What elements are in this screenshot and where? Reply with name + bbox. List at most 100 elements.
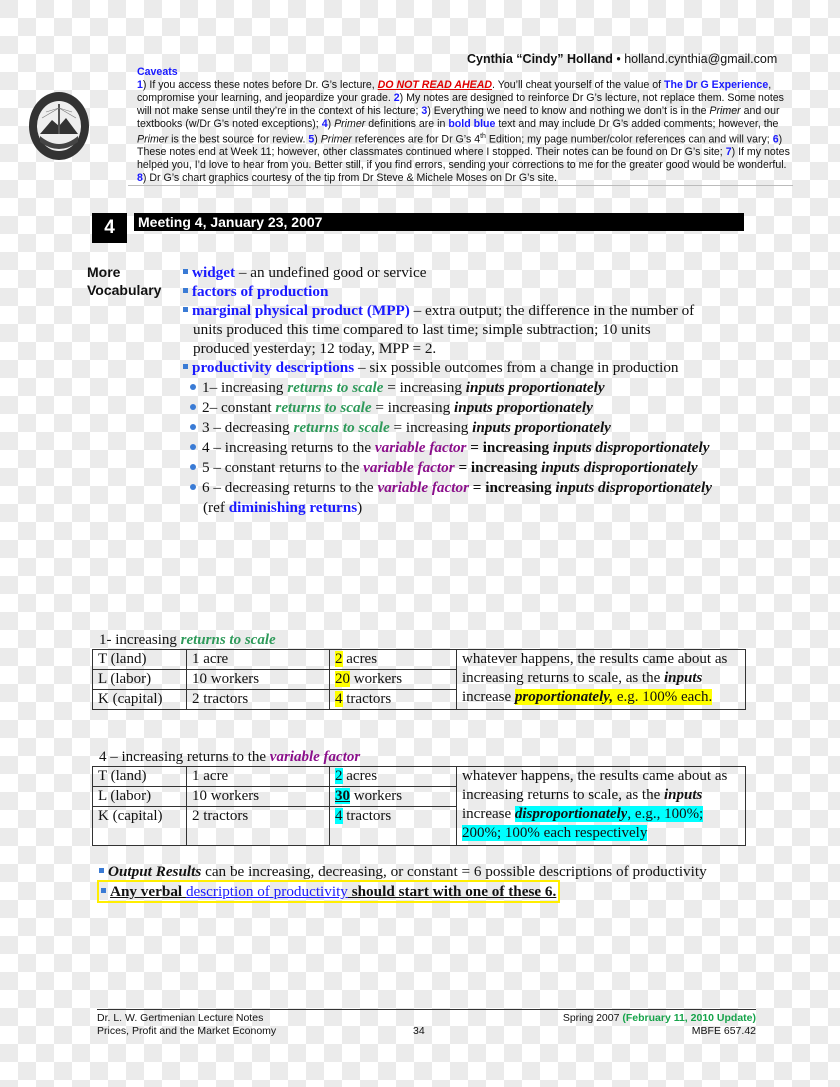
author-line: Cynthia “Cindy” Holland • holland.cynthi… <box>467 52 777 66</box>
outcome-key: returns to scale <box>287 379 384 396</box>
footer-left-1: Dr. L. W. Gertmenian Lecture Notes <box>97 1012 264 1024</box>
explanation-cell: whatever happens, the results came about… <box>456 766 746 846</box>
caption-text: 4 – increasing returns to the <box>99 749 270 765</box>
page-number: 34 <box>413 1025 425 1037</box>
outcome-inputs: inputs disproportionately <box>555 479 712 496</box>
empty-cell <box>329 826 457 846</box>
table1-caption: 1- increasing returns to scale <box>99 631 276 649</box>
primer-ref: Primer <box>709 104 741 117</box>
outcome-inputs: inputs disproportionately <box>552 439 710 456</box>
outcome-inputs: inputs disproportionately <box>541 459 698 476</box>
output-results-text: can be increasing, decreasing, or consta… <box>201 863 707 880</box>
outcome-text: = increasing <box>389 419 473 436</box>
table1: T (land) 1 acre 2 acres whatever happens, t… <box>92 649 746 710</box>
dr-g-experience: The Dr G Experience <box>664 78 769 91</box>
caveat-text: ) Everything we need to know and nothing… <box>427 104 710 117</box>
caveat-text: Edition; my page number/color references… <box>485 133 773 146</box>
note-highlight: proportionately, <box>514 689 614 705</box>
outcome-text: 4 – increasing returns to the <box>202 439 375 456</box>
verbal-description-callout: Any verbal description of productivity s… <box>97 880 561 903</box>
table-row: T (land) 1 acre 2 acres whatever happens, t… <box>92 766 746 846</box>
note-text: increase <box>462 806 515 822</box>
table-row: T (land) 1 acre 2 acres whatever happens, t… <box>92 649 746 710</box>
primer-ref: Primer <box>334 117 366 130</box>
square-bullet-icon <box>183 269 188 275</box>
productivity-outcome: 6 – decreasing returns to the variable f… <box>190 478 712 497</box>
outcome-text: 3 – decreasing <box>202 419 294 436</box>
caveat-text: references are for Dr G’s 4 <box>351 133 481 146</box>
productivity-outcome: 1– increasing returns to scale = increas… <box>190 378 605 397</box>
table2: T (land) 1 acre 2 acres whatever happens, t… <box>92 766 746 846</box>
header-divider <box>128 185 793 186</box>
empty-cell <box>92 826 187 846</box>
note-text: increase <box>462 689 515 705</box>
vocab-item: marginal physical product (MPP) – extra … <box>183 301 694 320</box>
outcome-key: returns to scale <box>275 399 372 416</box>
after-number: 20 <box>335 671 350 687</box>
after-number: 30 <box>335 788 350 804</box>
university-seal-icon <box>29 92 89 160</box>
vocab-definition-cont: units produced this time compared to las… <box>193 321 651 338</box>
outcome-text: 5 – constant returns to the <box>202 459 364 476</box>
primer-ref: Primer <box>137 133 169 146</box>
square-bullet-icon <box>99 868 104 874</box>
vocab-term: productivity descriptions <box>192 359 355 376</box>
round-bullet-icon <box>190 383 196 390</box>
factor-cell: K (capital) <box>92 806 187 826</box>
empty-cell <box>186 826 330 846</box>
factor-cell: L (labor) <box>92 786 187 807</box>
after-cell: 4 tractors <box>329 689 457 710</box>
footer-right-1: Spring 2007 (February 11, 2010 Update) <box>563 1012 756 1025</box>
factor-cell: L (labor) <box>92 669 187 690</box>
ref-text: ) <box>357 499 363 516</box>
do-not-read-ahead-warning: DO NOT READ AHEAD <box>377 78 493 91</box>
author-name: Cynthia “Cindy” Holland <box>467 52 613 66</box>
before-cell: 2 tractors <box>186 806 330 826</box>
after-cell: 2 acres <box>329 649 457 670</box>
section-label-line: More <box>87 264 121 280</box>
semester: Spring 2007 <box>562 1012 623 1024</box>
note-highlight: e.g. 100% each. <box>613 689 713 705</box>
after-unit: acres <box>342 651 378 667</box>
round-bullet-icon <box>190 463 196 470</box>
vocab-item: widget – an undefined good or service <box>183 263 427 282</box>
caveat-text: ) Dr G’s chart graphics courtesy of the … <box>142 171 557 184</box>
round-bullet-icon <box>190 483 196 490</box>
caveats-block: Caveats 1) If you access these notes bef… <box>137 66 795 185</box>
note-inputs: inputs <box>664 787 703 803</box>
round-bullet-icon <box>190 443 196 450</box>
round-bullet-icon <box>190 403 196 410</box>
square-bullet-icon <box>183 364 188 370</box>
outcome-text: 1– increasing <box>202 379 288 396</box>
vocab-item: factors of production <box>183 282 328 301</box>
note-highlight: disproportionately <box>514 806 628 822</box>
author-email[interactable]: holland.cynthia@gmail.com <box>624 52 777 66</box>
caveat-text: ) If you access these notes before Dr. G… <box>142 78 378 91</box>
productivity-outcome: 5 – constant returns to the variable fac… <box>190 458 698 477</box>
outcome-key: variable factor <box>377 479 469 496</box>
footer-divider <box>97 1009 756 1010</box>
productivity-outcome: 4 – increasing returns to the variable f… <box>190 438 709 457</box>
outcome-text: 2– constant <box>202 399 276 416</box>
vocab-definition: – an undefined good or service <box>235 264 427 281</box>
after-cell: 4 tractors <box>329 806 457 826</box>
outcome-key: returns to scale <box>293 419 390 436</box>
callout-text: should start with one of these 6. <box>347 883 557 900</box>
description-of-productivity-link[interactable]: description of productivity <box>186 883 348 900</box>
caveat-text: definitions are in <box>365 117 449 130</box>
factor-cell: T (land) <box>92 649 187 670</box>
caption-text: 1- increasing <box>99 632 181 648</box>
after-number: 2 <box>335 768 343 784</box>
factor-cell: K (capital) <box>92 689 187 710</box>
round-bullet-icon <box>190 423 196 430</box>
before-cell: 10 workers <box>186 669 330 690</box>
before-cell: 1 acre <box>186 649 330 670</box>
outcome-text: = increasing <box>468 479 556 496</box>
footer-left-2: Prices, Profit and the Market Economy <box>97 1025 277 1037</box>
vocab-term: factors of production <box>192 283 329 300</box>
outcome-text: = increasing <box>383 379 466 396</box>
outcome-inputs: inputs proportionately <box>465 379 605 396</box>
after-unit: workers <box>350 788 403 804</box>
caption-key: variable factor <box>269 749 361 765</box>
meeting-number: 4 <box>92 213 127 243</box>
